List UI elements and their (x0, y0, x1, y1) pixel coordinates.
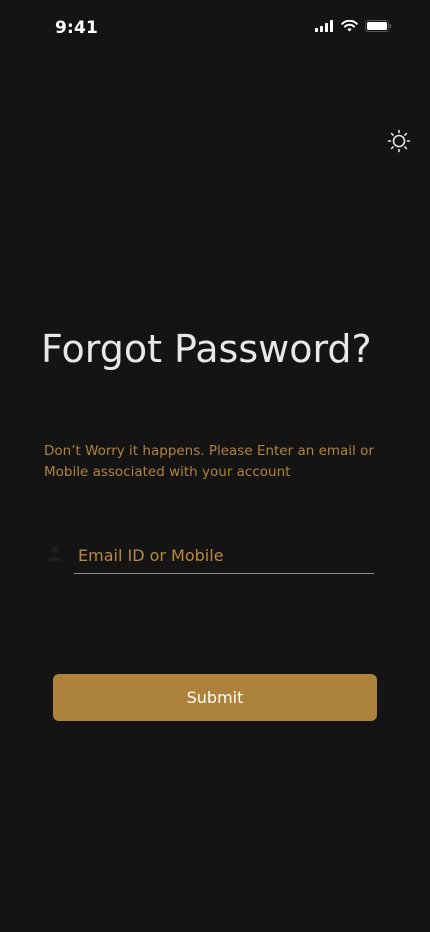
status-bar: 9:41 (0, 0, 430, 56)
status-time: 9:41 (55, 18, 99, 38)
identifier-input-row (46, 538, 374, 576)
submit-button[interactable]: Submit (53, 674, 377, 721)
user-icon (46, 544, 64, 562)
wifi-icon (341, 20, 358, 32)
sun-icon[interactable] (387, 129, 411, 153)
page-title: Forgot Password? (41, 327, 372, 371)
cellular-signal-icon (315, 20, 334, 32)
status-icons (315, 20, 392, 32)
page-subtitle: Don’t Worry it happens. Please Enter an … (44, 443, 374, 480)
battery-icon (365, 20, 392, 32)
email-or-mobile-input[interactable] (74, 538, 374, 574)
